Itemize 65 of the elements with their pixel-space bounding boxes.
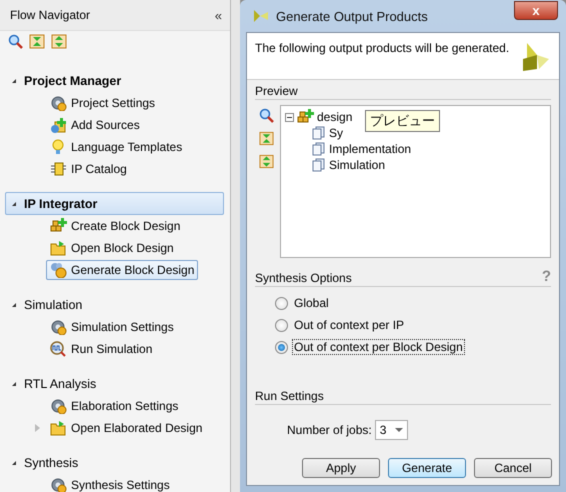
section-header[interactable]: Project Manager bbox=[5, 69, 224, 92]
message-text: The following output products will be generated. bbox=[255, 41, 510, 57]
dialog-button[interactable]: Apply bbox=[302, 458, 380, 478]
document-icon bbox=[312, 142, 326, 156]
group-label: Preview bbox=[255, 84, 298, 98]
document-icon bbox=[312, 126, 326, 140]
blocks-icon bbox=[297, 109, 314, 125]
radio-button[interactable] bbox=[275, 318, 288, 332]
navigator-item[interactable]: Elaboration Settings bbox=[46, 396, 182, 416]
navigator-item[interactable]: Create Block Design bbox=[46, 216, 184, 236]
close-button[interactable]: x bbox=[514, 0, 558, 20]
dialog-button[interactable]: Generate bbox=[388, 458, 466, 478]
gear-icon bbox=[50, 398, 67, 414]
navigator-item[interactable]: Simulation Settings bbox=[46, 317, 178, 337]
wave-icon bbox=[50, 341, 67, 357]
chip-icon bbox=[50, 161, 67, 177]
gear-icon bbox=[50, 95, 67, 111]
navigator-item[interactable]: Add Sources bbox=[46, 115, 144, 135]
section-header[interactable]: IP Integrator bbox=[5, 192, 224, 215]
folder-icon bbox=[50, 240, 67, 256]
section-header[interactable]: RTL Analysis bbox=[5, 372, 224, 395]
field-label: Number of jobs: bbox=[287, 423, 372, 437]
navigator-item[interactable]: Language Templates bbox=[46, 137, 186, 157]
dialog-button[interactable]: Cancel bbox=[474, 458, 552, 478]
navigator-item[interactable]: Run Simulation bbox=[46, 339, 156, 359]
navigator-item[interactable]: Synthesis Settings bbox=[46, 475, 174, 492]
collapse-all-icon[interactable] bbox=[259, 131, 274, 146]
expand-all-icon[interactable] bbox=[51, 34, 67, 49]
tooltip: プレビュー bbox=[365, 110, 440, 132]
collapse-button[interactable]: « bbox=[214, 8, 222, 22]
tree-item[interactable]: Sy bbox=[329, 126, 344, 140]
generate-icon bbox=[50, 262, 67, 278]
tree-item[interactable]: Implementation bbox=[329, 142, 412, 156]
jobs-dropdown[interactable]: 3 bbox=[374, 420, 408, 440]
gear-icon bbox=[50, 477, 67, 492]
navigator-item[interactable]: Open Block Design bbox=[46, 238, 178, 258]
folder-icon bbox=[50, 420, 67, 436]
radio-label[interactable]: Global bbox=[292, 295, 331, 311]
panel-title: Flow Navigator bbox=[10, 8, 90, 22]
expand-arrow-icon[interactable] bbox=[34, 424, 40, 432]
radio-label[interactable]: Out of context per IP bbox=[292, 317, 406, 333]
radio-label[interactable]: Out of context per Block Design bbox=[292, 339, 465, 355]
search-icon[interactable] bbox=[259, 108, 274, 123]
radio-button[interactable] bbox=[275, 340, 288, 354]
navigator-item[interactable]: Open Elaborated Design bbox=[46, 418, 206, 438]
group-label: Synthesis Options bbox=[255, 271, 352, 285]
blocks-icon bbox=[50, 218, 67, 234]
window-title: Generate Output Products bbox=[276, 8, 429, 24]
logo-icon bbox=[252, 8, 270, 24]
navigator-item[interactable]: IP Catalog bbox=[46, 159, 131, 179]
document-icon bbox=[312, 158, 326, 172]
radio-button[interactable] bbox=[275, 296, 288, 310]
expand-all-icon[interactable] bbox=[259, 154, 274, 169]
search-icon[interactable] bbox=[8, 34, 23, 49]
section-header[interactable]: Synthesis bbox=[5, 451, 224, 474]
tree-item[interactable]: design bbox=[317, 110, 352, 124]
gear-icon bbox=[50, 319, 67, 335]
tree-item[interactable]: Simulation bbox=[329, 158, 386, 172]
group-label: Run Settings bbox=[255, 389, 324, 403]
collapse-all-icon[interactable] bbox=[29, 34, 45, 49]
navigator-item[interactable]: Project Settings bbox=[46, 93, 160, 113]
section-header[interactable]: Simulation bbox=[5, 293, 224, 316]
collapse-toggle-icon[interactable] bbox=[285, 112, 294, 122]
navigator-item[interactable]: Generate Block Design bbox=[46, 260, 198, 280]
add-icon bbox=[50, 117, 67, 133]
